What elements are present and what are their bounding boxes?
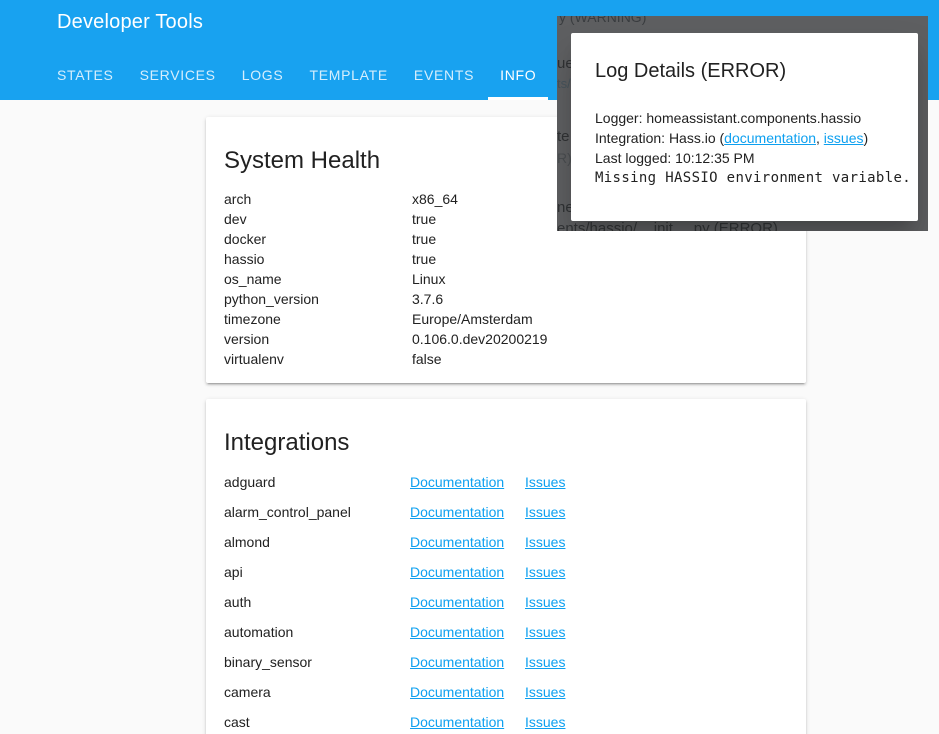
page-title: Developer Tools bbox=[57, 11, 203, 34]
tab-events-label: EVENTS bbox=[414, 67, 474, 83]
integrations-list: adguard Documentation Issues alarm_contr… bbox=[224, 467, 788, 734]
integration-name: alarm_control_panel bbox=[224, 504, 410, 520]
dialog-body: Logger: homeassistant.components.hassio … bbox=[595, 108, 894, 188]
dialog-documentation-link[interactable]: documentation bbox=[724, 130, 816, 146]
tab-bar: STATES SERVICES LOGS TEMPLATE EVENTS INF… bbox=[45, 52, 548, 100]
dialog-backdrop[interactable]: y (WARNING) ue ts/ te R) ne ents/hassio/… bbox=[557, 16, 928, 231]
integration-name: almond bbox=[224, 534, 410, 550]
tab-logs-label: LOGS bbox=[242, 67, 284, 83]
issues-link[interactable]: Issues bbox=[525, 624, 788, 640]
health-value: Linux bbox=[412, 271, 788, 287]
list-item: almond Documentation Issues bbox=[224, 527, 788, 557]
issues-link[interactable]: Issues bbox=[525, 474, 788, 490]
health-value: true bbox=[412, 251, 788, 267]
table-row: python_version 3.7.6 bbox=[224, 289, 788, 309]
documentation-link[interactable]: Documentation bbox=[410, 654, 525, 670]
health-key: os_name bbox=[224, 271, 412, 287]
list-item: alarm_control_panel Documentation Issues bbox=[224, 497, 788, 527]
logger-line: Logger: homeassistant.components.hassio bbox=[595, 108, 894, 128]
integration-line: Integration: Hass.io (documentation, iss… bbox=[595, 128, 894, 148]
issues-link[interactable]: Issues bbox=[525, 684, 788, 700]
tab-info[interactable]: INFO bbox=[488, 52, 548, 100]
integration-line-suffix: ) bbox=[863, 130, 868, 146]
health-key: virtualenv bbox=[224, 351, 412, 367]
documentation-link[interactable]: Documentation bbox=[410, 594, 525, 610]
health-value: 3.7.6 bbox=[412, 291, 788, 307]
list-item: cast Documentation Issues bbox=[224, 707, 788, 734]
list-item: api Documentation Issues bbox=[224, 557, 788, 587]
tab-states[interactable]: STATES bbox=[45, 52, 126, 100]
integration-line-separator: , bbox=[816, 130, 824, 146]
background-log-fragment: ents/hassio/__init__.py (ERROR) bbox=[557, 220, 778, 231]
health-key: timezone bbox=[224, 311, 412, 327]
issues-link[interactable]: Issues bbox=[525, 714, 788, 730]
background-log-fragment: ts/ bbox=[557, 76, 571, 91]
integration-name: camera bbox=[224, 684, 410, 700]
list-item: camera Documentation Issues bbox=[224, 677, 788, 707]
tab-info-label: INFO bbox=[500, 67, 536, 83]
tab-services[interactable]: SERVICES bbox=[128, 52, 228, 100]
issues-link[interactable]: Issues bbox=[525, 504, 788, 520]
dialog-title: Log Details (ERROR) bbox=[595, 33, 894, 85]
tab-template[interactable]: TEMPLATE bbox=[297, 52, 399, 100]
issues-link[interactable]: Issues bbox=[525, 594, 788, 610]
dialog-issues-link[interactable]: issues bbox=[824, 130, 864, 146]
tab-states-label: STATES bbox=[57, 67, 114, 83]
integration-name: cast bbox=[224, 714, 410, 730]
documentation-link[interactable]: Documentation bbox=[410, 534, 525, 550]
issues-link[interactable]: Issues bbox=[525, 564, 788, 580]
health-value: false bbox=[412, 351, 788, 367]
documentation-link[interactable]: Documentation bbox=[410, 684, 525, 700]
health-value: Europe/Amsterdam bbox=[412, 311, 788, 327]
issues-link[interactable]: Issues bbox=[525, 654, 788, 670]
documentation-link[interactable]: Documentation bbox=[410, 504, 525, 520]
health-key: arch bbox=[224, 191, 412, 207]
integrations-card: Integrations adguard Documentation Issue… bbox=[206, 399, 806, 734]
table-row: hassio true bbox=[224, 249, 788, 269]
list-item: adguard Documentation Issues bbox=[224, 467, 788, 497]
integration-name: binary_sensor bbox=[224, 654, 410, 670]
developer-tools-page: Developer Tools STATES SERVICES LOGS TEM… bbox=[0, 0, 939, 734]
health-value: true bbox=[412, 231, 788, 247]
integration-line-prefix: Integration: Hass.io ( bbox=[595, 130, 724, 146]
documentation-link[interactable]: Documentation bbox=[410, 714, 525, 730]
documentation-link[interactable]: Documentation bbox=[410, 624, 525, 640]
issues-link[interactable]: Issues bbox=[525, 534, 788, 550]
health-key: version bbox=[224, 331, 412, 347]
list-item: auth Documentation Issues bbox=[224, 587, 788, 617]
tab-logs[interactable]: LOGS bbox=[230, 52, 296, 100]
integration-name: adguard bbox=[224, 474, 410, 490]
integration-name: api bbox=[224, 564, 410, 580]
documentation-link[interactable]: Documentation bbox=[410, 474, 525, 490]
integration-name: automation bbox=[224, 624, 410, 640]
table-row: docker true bbox=[224, 229, 788, 249]
background-log-fragment: R) bbox=[557, 150, 572, 166]
integrations-title: Integrations bbox=[224, 399, 788, 457]
health-key: docker bbox=[224, 231, 412, 247]
tab-events[interactable]: EVENTS bbox=[402, 52, 486, 100]
tab-services-label: SERVICES bbox=[140, 67, 216, 83]
table-row: os_name Linux bbox=[224, 269, 788, 289]
background-log-fragment: y (WARNING) bbox=[559, 16, 646, 25]
health-key: python_version bbox=[224, 291, 412, 307]
list-item: automation Documentation Issues bbox=[224, 617, 788, 647]
table-row: version 0.106.0.dev20200219 bbox=[224, 329, 788, 349]
list-item: binary_sensor Documentation Issues bbox=[224, 647, 788, 677]
error-message: Missing HASSIO environment variable. bbox=[595, 168, 894, 188]
last-logged-line: Last logged: 10:12:35 PM bbox=[595, 148, 894, 168]
integration-name: auth bbox=[224, 594, 410, 610]
background-log-fragment: te bbox=[557, 128, 570, 145]
table-row: virtualenv false bbox=[224, 349, 788, 369]
log-details-dialog: Log Details (ERROR) Logger: homeassistan… bbox=[571, 33, 918, 221]
documentation-link[interactable]: Documentation bbox=[410, 564, 525, 580]
health-key: dev bbox=[224, 211, 412, 227]
health-value: 0.106.0.dev20200219 bbox=[412, 331, 788, 347]
tab-template-label: TEMPLATE bbox=[309, 67, 387, 83]
table-row: timezone Europe/Amsterdam bbox=[224, 309, 788, 329]
health-key: hassio bbox=[224, 251, 412, 267]
